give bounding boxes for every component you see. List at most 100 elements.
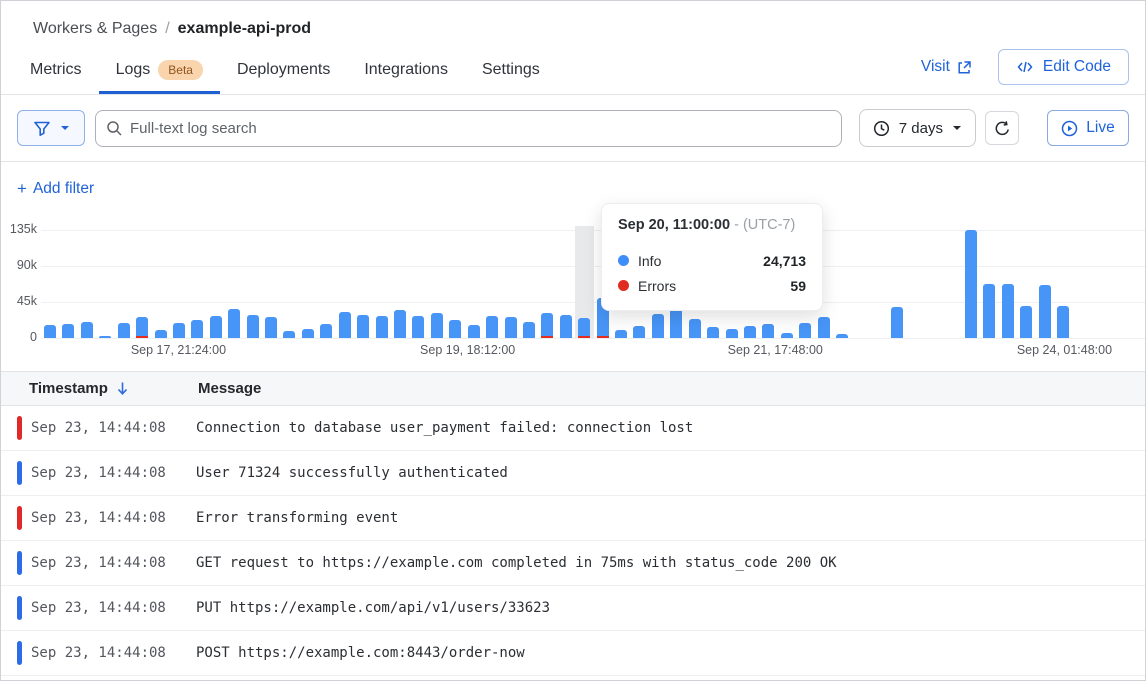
chart-bar[interactable]: [136, 317, 148, 338]
chart-bar[interactable]: [191, 320, 203, 338]
chart-bar[interactable]: [781, 333, 793, 338]
chart-bar[interactable]: [62, 324, 74, 338]
page-title: example-api-prod: [178, 20, 311, 38]
log-timestamp: Sep 23, 14:44:08: [1, 555, 196, 571]
visit-link[interactable]: Visit: [921, 58, 972, 76]
chart-bar[interactable]: [320, 324, 332, 338]
log-row[interactable]: Sep 23, 14:44:08 Error transforming even…: [1, 496, 1145, 541]
severity-indicator: [17, 641, 22, 665]
chart-bar[interactable]: [633, 326, 645, 338]
log-table-body: Sep 23, 14:44:08 Connection to database …: [1, 406, 1145, 676]
chart-bar[interactable]: [173, 323, 185, 338]
log-message: POST https://example.com:8443/order-now: [196, 645, 1145, 661]
chart-bar[interactable]: [44, 325, 56, 338]
chart-bar[interactable]: [983, 284, 995, 338]
search-field-wrap: [95, 110, 842, 147]
chart-bar[interactable]: [541, 313, 553, 338]
chart-bar[interactable]: [357, 315, 369, 338]
tab-logs[interactable]: Logs Beta: [99, 46, 220, 94]
live-button[interactable]: Live: [1047, 110, 1129, 146]
tab-settings[interactable]: Settings: [465, 46, 557, 94]
chart-bar[interactable]: [339, 312, 351, 338]
chart-bar[interactable]: [799, 323, 811, 338]
chart-bar-errors-segment: [597, 336, 609, 338]
time-range-button[interactable]: 7 days: [859, 109, 976, 147]
chart-bar[interactable]: [505, 317, 517, 338]
chart-bar[interactable]: [652, 314, 664, 338]
chart-bar[interactable]: [1057, 306, 1069, 338]
filter-menu-button[interactable]: [17, 110, 85, 146]
info-dot-icon: [618, 255, 629, 266]
play-circle-icon: [1061, 120, 1078, 137]
chart-bar[interactable]: [486, 316, 498, 338]
log-row[interactable]: Sep 23, 14:44:08 GET request to https://…: [1, 541, 1145, 586]
chart-bar[interactable]: [81, 322, 93, 338]
log-timestamp: Sep 23, 14:44:08: [1, 510, 196, 526]
tab-bar: Metrics Logs Beta Deployments Integratio…: [1, 46, 1145, 95]
chart-bar[interactable]: [689, 319, 701, 338]
log-row[interactable]: Sep 23, 14:44:08 User 71324 successfully…: [1, 451, 1145, 496]
chart-bar[interactable]: [228, 309, 240, 338]
y-axis-tick: 90k: [1, 258, 37, 272]
chart-bar[interactable]: [1039, 285, 1051, 338]
chart-bar[interactable]: [1020, 306, 1032, 338]
chart-bar[interactable]: [744, 326, 756, 339]
chart-bar[interactable]: [265, 317, 277, 338]
chart-bar[interactable]: [523, 322, 535, 338]
tooltip-info-row: Info 24,713: [618, 248, 806, 273]
chart-bar[interactable]: [99, 336, 111, 338]
add-filter-button[interactable]: + Add filter: [17, 179, 94, 199]
chart-bar[interactable]: [560, 315, 572, 338]
chart-bar-errors-segment: [541, 336, 553, 338]
log-message: User 71324 successfully authenticated: [196, 465, 1145, 481]
chart-bar[interactable]: [412, 316, 424, 338]
chart-bar[interactable]: [283, 331, 295, 338]
chart-bar[interactable]: [965, 230, 977, 338]
chart-bar[interactable]: [578, 318, 590, 338]
column-header-timestamp[interactable]: Timestamp: [1, 380, 198, 397]
tooltip-errors-row: Errors 59: [618, 273, 806, 298]
chart-bar[interactable]: [118, 323, 130, 338]
chart-bar[interactable]: [670, 309, 682, 338]
chart-bar[interactable]: [1002, 284, 1014, 338]
funnel-icon: [33, 120, 51, 137]
edit-code-button[interactable]: Edit Code: [998, 49, 1129, 85]
search-input[interactable]: [95, 110, 842, 147]
chart-bar[interactable]: [155, 330, 167, 338]
tooltip-timezone: - (UTC-7): [734, 217, 795, 233]
chart-bar-errors-segment: [136, 336, 148, 338]
chart-bar[interactable]: [468, 325, 480, 338]
log-row[interactable]: Sep 23, 14:44:08 Connection to database …: [1, 406, 1145, 451]
tab-deployments[interactable]: Deployments: [220, 46, 347, 94]
y-axis-tick: 45k: [1, 294, 37, 308]
tooltip-timestamp: Sep 20, 11:00:00: [618, 217, 730, 233]
breadcrumb-section[interactable]: Workers & Pages: [33, 20, 157, 38]
tab-integrations[interactable]: Integrations: [347, 46, 465, 94]
plus-icon: +: [17, 179, 27, 199]
chart-bar[interactable]: [707, 327, 719, 338]
refresh-button[interactable]: [985, 111, 1019, 145]
errors-dot-icon: [618, 280, 629, 291]
chart-bar[interactable]: [891, 307, 903, 338]
chart-bar[interactable]: [726, 329, 738, 338]
log-row[interactable]: Sep 23, 14:44:08 POST https://example.co…: [1, 631, 1145, 676]
log-row[interactable]: Sep 23, 14:44:08 PUT https://example.com…: [1, 586, 1145, 631]
severity-indicator: [17, 461, 22, 485]
chart-bar[interactable]: [762, 324, 774, 338]
column-header-message: Message: [198, 380, 1145, 397]
code-icon: [1016, 59, 1034, 75]
chart-bar[interactable]: [431, 313, 443, 338]
chart-bar[interactable]: [394, 310, 406, 338]
chart-bar[interactable]: [449, 320, 461, 338]
chart-bar[interactable]: [376, 316, 388, 338]
chart-bar[interactable]: [210, 316, 222, 338]
chart-bar[interactable]: [247, 315, 259, 338]
chart-bar[interactable]: [302, 329, 314, 338]
x-axis-tick: Sep 21, 17:48:00: [728, 343, 823, 357]
chart-bar[interactable]: [818, 317, 830, 338]
severity-indicator: [17, 506, 22, 530]
chart-bar[interactable]: [615, 330, 627, 338]
chart-bar[interactable]: [836, 334, 848, 338]
workers-logs-page: Workers & Pages / example-api-prod Metri…: [0, 0, 1146, 681]
tab-metrics[interactable]: Metrics: [13, 46, 99, 94]
